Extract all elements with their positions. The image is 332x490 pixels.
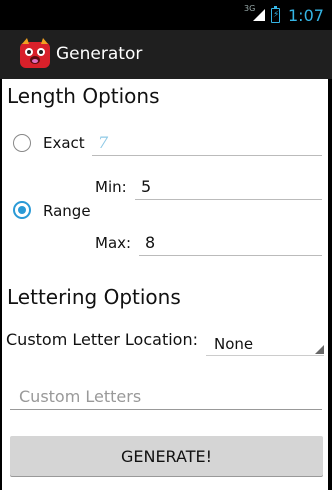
app-title: Generator (56, 44, 143, 64)
range-label: Range (43, 202, 91, 220)
min-input[interactable]: 5 (135, 177, 322, 200)
length-options-title: Length Options (7, 84, 160, 108)
custom-letters-input[interactable]: Custom Letters (10, 381, 322, 410)
min-value: 5 (141, 177, 152, 196)
charging-icon: ⚡ (273, 10, 280, 20)
exact-label: Exact (43, 134, 85, 152)
dropdown-selected-value: None (214, 335, 254, 353)
app-monster-icon[interactable] (19, 38, 51, 70)
phone-screen: 3G ⚡ 1:07 Generator Length Options Exact… (0, 0, 332, 490)
max-value: 8 (145, 233, 156, 252)
status-bar: 3G ⚡ 1:07 (0, 0, 332, 30)
generate-button[interactable]: GENERATE! (10, 436, 323, 476)
signal-icon (253, 9, 265, 21)
exact-length-input[interactable]: 7 (92, 133, 322, 156)
exact-radio[interactable] (13, 134, 31, 152)
max-input[interactable]: 8 (139, 233, 322, 256)
exact-length-value: 7 (98, 133, 109, 152)
battery-icon: ⚡ (271, 6, 280, 23)
min-label: Min: (95, 178, 127, 196)
custom-letter-location-label: Custom Letter Location: (6, 330, 198, 349)
max-label: Max: (95, 234, 132, 252)
dropdown-triangle-icon (315, 345, 324, 354)
clock: 1:07 (288, 6, 324, 25)
range-radio[interactable] (13, 201, 31, 219)
action-bar: Generator (0, 30, 332, 79)
custom-letter-location-dropdown[interactable]: None (206, 329, 324, 356)
custom-letters-placeholder: Custom Letters (19, 387, 142, 406)
lettering-options-title: Lettering Options (7, 285, 181, 309)
main-content: Length Options Exact 7 Range Min: 5 Max:… (2, 79, 328, 490)
